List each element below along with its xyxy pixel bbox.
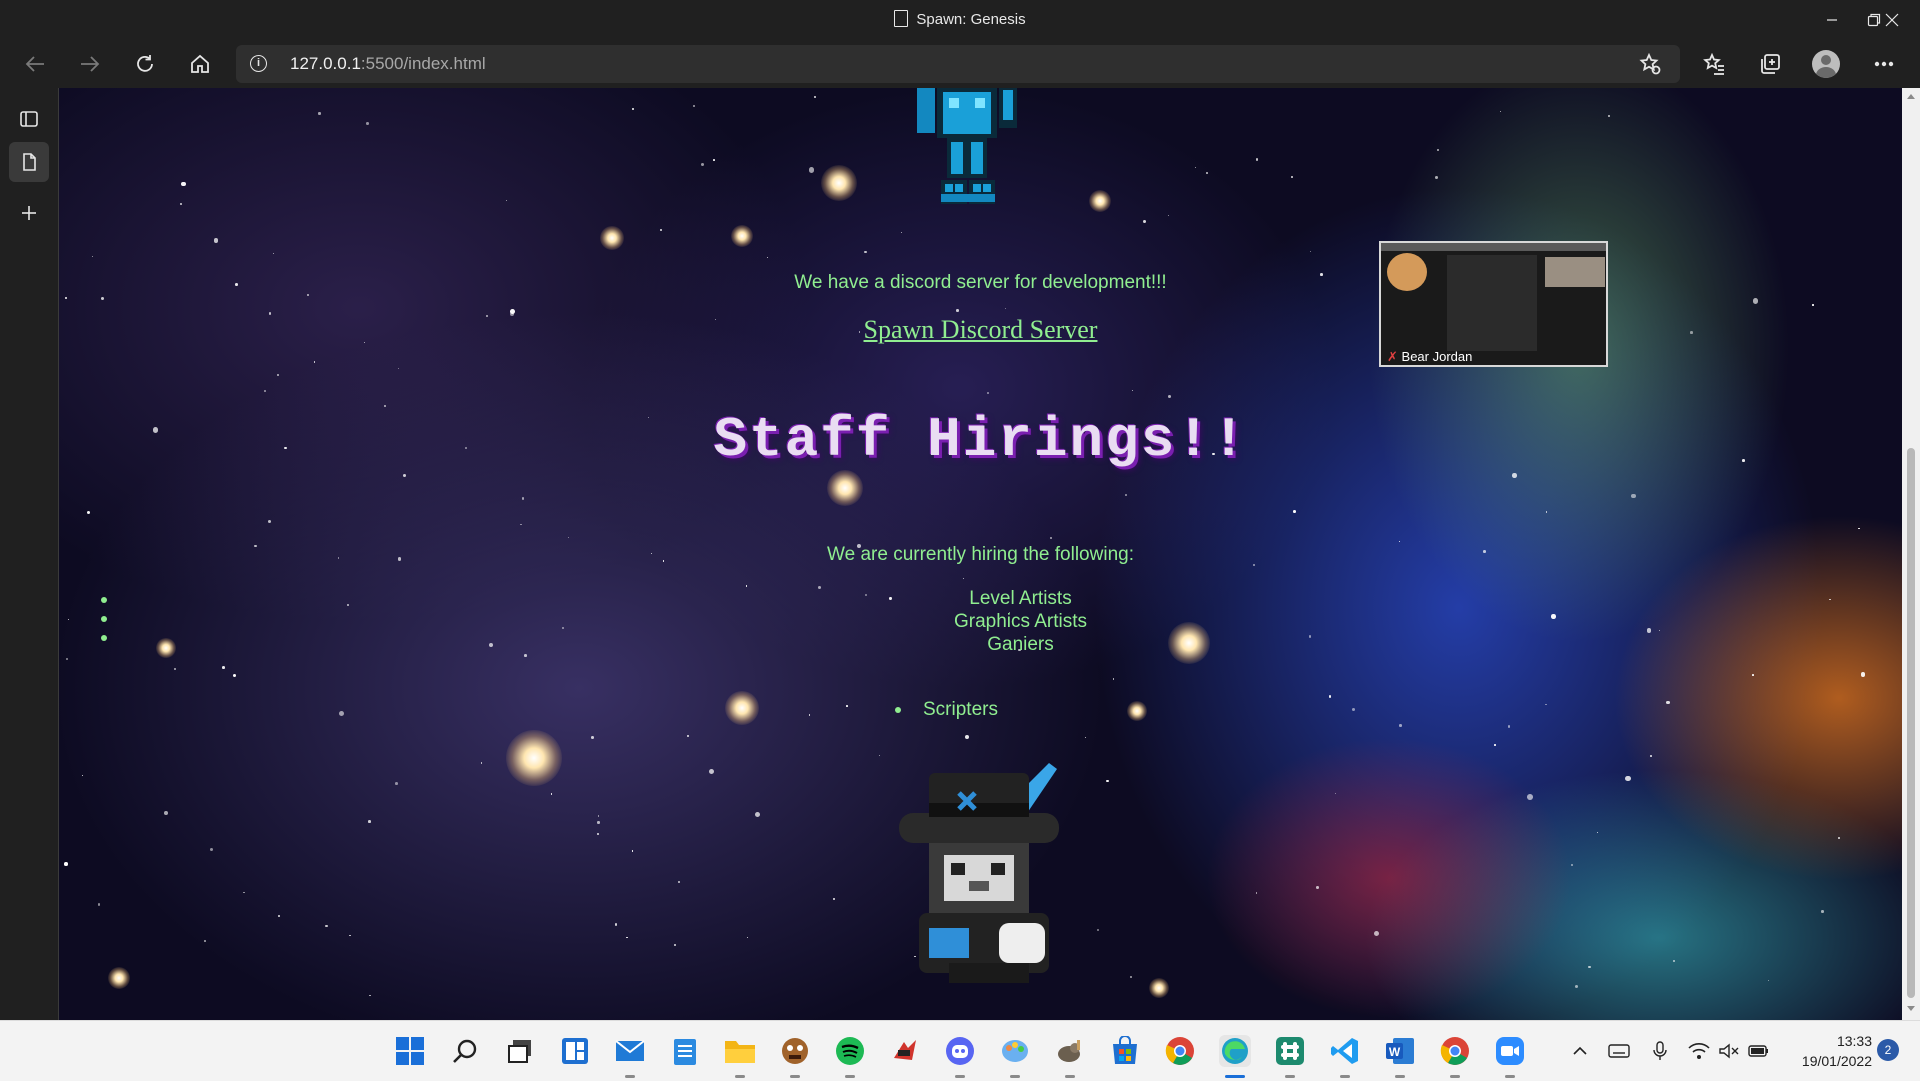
svg-text:W: W — [1389, 1045, 1401, 1059]
page-viewport: We have a discord server for development… — [59, 88, 1902, 1020]
muted-mic-icon: ✗ — [1387, 349, 1398, 364]
edge-icon[interactable] — [1219, 1035, 1251, 1067]
cheat-engine-icon[interactable] — [889, 1035, 921, 1067]
file-explorer-icon[interactable] — [724, 1035, 756, 1067]
spotify-icon[interactable] — [834, 1035, 866, 1067]
url-text[interactable]: 127.0.0.1:5500/index.html — [290, 45, 486, 83]
scrollbar-thumb[interactable] — [1907, 448, 1915, 998]
scroll-up-arrow[interactable] — [1907, 94, 1915, 99]
gimp-icon[interactable] — [1054, 1035, 1086, 1067]
settings-menu-button[interactable] — [1864, 44, 1904, 84]
battery-icon[interactable] — [1748, 1021, 1770, 1081]
refresh-button[interactable] — [125, 44, 165, 84]
collections-button[interactable] — [1750, 44, 1790, 84]
page-scrollbar[interactable] — [1902, 88, 1920, 1020]
home-button[interactable] — [180, 44, 220, 84]
window-title: Spawn: Genesis — [0, 0, 1920, 40]
tab-actions-button[interactable] — [9, 99, 49, 139]
role-item: Graphics Artists — [953, 611, 1088, 632]
role-bullet-item: Scripters — [895, 699, 998, 720]
home-icon — [191, 54, 209, 73]
minimize-icon — [1827, 19, 1837, 21]
word-icon[interactable]: W — [1384, 1035, 1416, 1067]
list-bullet-dot — [101, 635, 107, 641]
more-horizontal-icon — [1874, 61, 1894, 67]
new-tab-button[interactable] — [9, 193, 49, 233]
taskbar-clock[interactable]: 13:33 19/01/2022 — [1772, 1031, 1872, 1071]
page-icon — [23, 153, 36, 171]
chrome-icon[interactable] — [1164, 1035, 1196, 1067]
page-heading: Staff Hirings!! — [713, 408, 1248, 472]
vertical-tabs-sidebar — [0, 88, 59, 1020]
plus-icon — [22, 206, 36, 220]
address-bar[interactable]: i 127.0.0.1:5500/index.html — [236, 45, 1680, 83]
hiring-intro: We are currently hiring the following: — [827, 544, 1134, 565]
task-view-icon[interactable] — [504, 1035, 536, 1067]
video-call-overlay[interactable]: ✗ Bear Jordan — [1379, 241, 1608, 367]
close-icon — [1885, 13, 1899, 27]
participant-avatar — [1387, 253, 1427, 291]
start-icon[interactable] — [394, 1035, 426, 1067]
widgets-icon[interactable] — [559, 1035, 591, 1067]
list-bullet-dot — [101, 616, 107, 622]
show-hidden-icons[interactable] — [1572, 1021, 1588, 1081]
star-add-icon — [1639, 53, 1661, 75]
add-favorite-button[interactable] — [1630, 44, 1670, 84]
discord-icon[interactable] — [944, 1035, 976, 1067]
slack-icon[interactable] — [1274, 1035, 1306, 1067]
window-title-text: Spawn: Genesis — [916, 11, 1026, 28]
favorites-button[interactable] — [1694, 44, 1734, 84]
chrome-icon[interactable] — [1439, 1035, 1471, 1067]
search-icon[interactable] — [449, 1035, 481, 1067]
role-item: Level Artists — [969, 588, 1072, 609]
wifi-icon[interactable] — [1688, 1021, 1710, 1081]
browser-toolbar: i 127.0.0.1:5500/index.html — [0, 40, 1920, 88]
back-arrow-icon — [25, 56, 44, 72]
mail-icon[interactable] — [614, 1035, 646, 1067]
scroll-down-arrow[interactable] — [1907, 1006, 1915, 1011]
keyboard-icon[interactable] — [1608, 1021, 1630, 1081]
discord-server-link[interactable]: Spawn Discord Server — [59, 315, 1902, 345]
vscode-icon[interactable] — [1329, 1035, 1361, 1067]
forward-arrow-icon — [81, 56, 100, 72]
profile-avatar[interactable] — [1812, 50, 1840, 78]
tab-actions-icon — [20, 111, 38, 127]
volume-muted-icon[interactable] — [1718, 1021, 1740, 1081]
collections-icon — [1761, 54, 1780, 74]
microphone-icon[interactable] — [1652, 1021, 1668, 1081]
notification-badge[interactable]: 2 — [1877, 1039, 1899, 1061]
notepad-icon[interactable] — [669, 1035, 701, 1067]
site-info-icon[interactable]: i — [250, 55, 267, 72]
discord-announcement: We have a discord server for development… — [794, 272, 1167, 293]
forward-button[interactable] — [70, 44, 110, 84]
mascot-character-image — [899, 763, 1059, 983]
taskbar: W 13:33 19/01/2022 2 — [0, 1020, 1920, 1081]
microsoft-store-icon[interactable] — [1109, 1035, 1141, 1067]
refresh-icon — [137, 55, 153, 72]
window-titlebar: Spawn: Genesis — [0, 0, 1920, 40]
back-button[interactable] — [15, 44, 55, 84]
close-button[interactable] — [1864, 0, 1920, 40]
zoom-icon[interactable] — [1494, 1035, 1526, 1067]
tab-spawn-genesis[interactable] — [9, 142, 49, 182]
clock-time: 13:33 — [1836, 1033, 1872, 1049]
role-item: Ganiers — [987, 634, 1054, 655]
list-bullet-dot — [101, 597, 107, 603]
favorites-list-icon — [1703, 53, 1724, 75]
participant-name: Bear Jordan — [1401, 349, 1473, 364]
paint-icon[interactable] — [999, 1035, 1031, 1067]
page-icon — [894, 10, 909, 27]
game-app-icon[interactable] — [779, 1035, 811, 1067]
clock-date: 19/01/2022 — [1801, 1053, 1872, 1069]
roles-list: Level Artists Graphics Artists Ganiers — [59, 587, 1902, 656]
